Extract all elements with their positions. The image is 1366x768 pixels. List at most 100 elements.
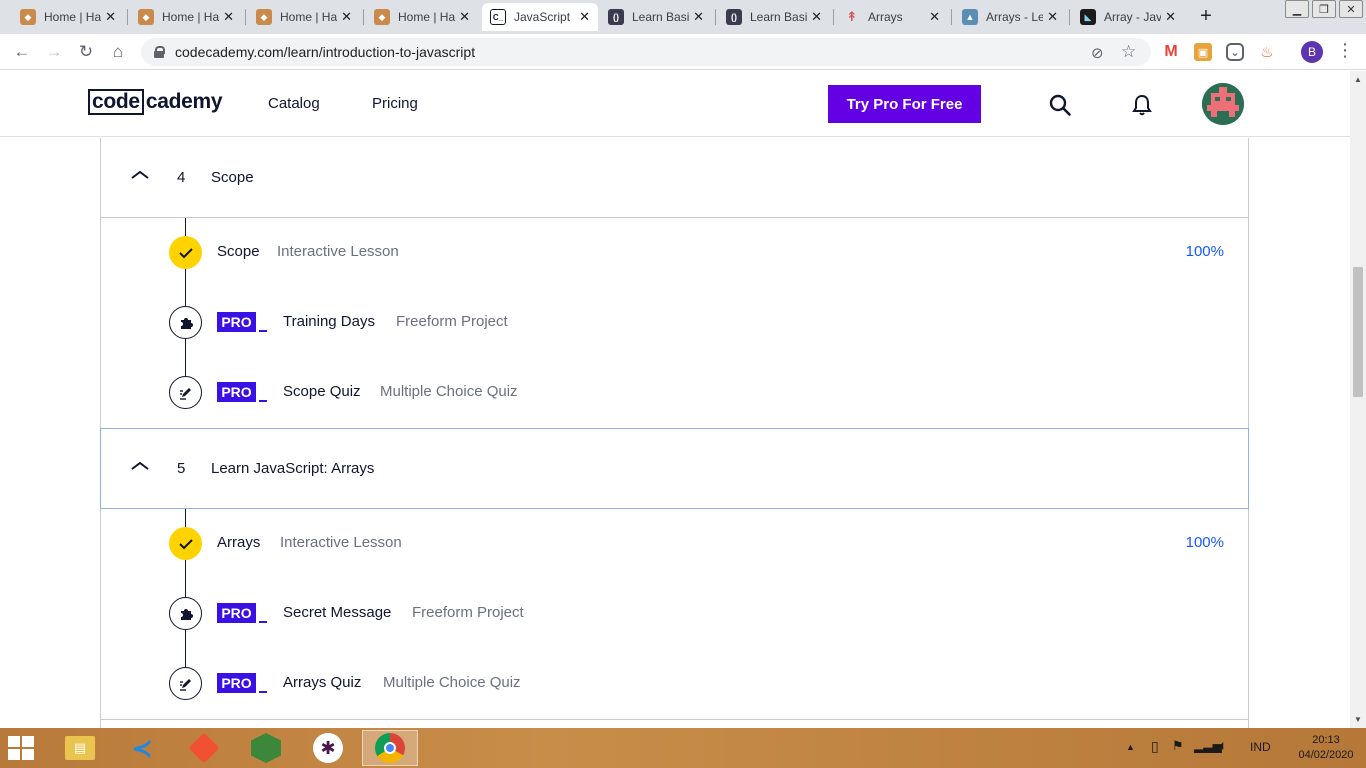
- file-explorer-icon: ▤: [65, 736, 95, 760]
- lesson-item[interactable]: PRO Arrays Quiz Multiple Choice Quiz: [101, 666, 1248, 702]
- lesson-name[interactable]: Scope: [217, 243, 260, 260]
- try-pro-button[interactable]: Try Pro For Free: [828, 85, 981, 123]
- hackerrank-icon: ◆: [374, 9, 390, 25]
- tray-expand-icon[interactable]: ▲: [1126, 742, 1135, 752]
- browser-tab[interactable]: ◆ Home | HackerRank ✕: [248, 3, 360, 31]
- tab-close-icon[interactable]: ✕: [223, 9, 234, 25]
- bookmark-star-icon[interactable]: ☆: [1121, 42, 1136, 62]
- lesson-type: Interactive Lesson: [277, 243, 399, 260]
- fire-extension-icon[interactable]: ♨: [1258, 43, 1276, 61]
- lesson-name[interactable]: Arrays: [217, 534, 260, 551]
- forward-button[interactable]: →: [42, 40, 66, 64]
- browser-tab[interactable]: ◆ Home | HackerRank ✕: [366, 3, 478, 31]
- taskbar-app[interactable]: ▤: [52, 730, 108, 766]
- reload-button[interactable]: ↻: [74, 40, 98, 64]
- module-header-arrays[interactable]: 5 Learn JavaScript: Arrays: [100, 428, 1249, 509]
- lesson-type: Freeform Project: [396, 313, 508, 330]
- lesson-name[interactable]: Secret Message: [283, 604, 391, 621]
- syllabus-content: 4 Scope Scope Interactive Lesson 100% PR…: [0, 138, 1350, 728]
- blocked-content-icon[interactable]: ⊘: [1091, 44, 1104, 62]
- close-window-button[interactable]: ✕: [1339, 0, 1363, 18]
- mdn-icon: ◣: [1080, 9, 1096, 25]
- pocket-icon[interactable]: ⌄: [1226, 43, 1244, 61]
- clock-date: 04/02/2020: [1298, 749, 1354, 761]
- system-clock[interactable]: 20:13 04/02/2020: [1296, 733, 1356, 763]
- battery-icon[interactable]: ▯: [1151, 738, 1159, 755]
- tab-close-icon[interactable]: ✕: [579, 9, 590, 25]
- tab-close-icon[interactable]: ✕: [929, 9, 940, 25]
- lesson-item[interactable]: PRO Secret Message Freeform Project: [101, 596, 1248, 632]
- chevron-up-icon[interactable]: [131, 166, 149, 184]
- minimize-button[interactable]: ▁: [1285, 0, 1309, 18]
- browser-tab-active[interactable]: C_ JavaScript ✕: [482, 3, 598, 31]
- codecademy-logo[interactable]: code cademy: [88, 89, 223, 115]
- pro-badge-underline: [259, 621, 267, 623]
- user-avatar-icon: [1202, 83, 1244, 125]
- lesson-item[interactable]: Arrays Interactive Lesson 100%: [101, 526, 1248, 562]
- tab-close-icon[interactable]: ✕: [693, 9, 704, 25]
- browser-tab[interactable]: ◣ Array - Jav ✕: [1072, 3, 1184, 31]
- pro-badge-underline: [259, 691, 267, 693]
- pro-badge: PRO: [217, 673, 256, 693]
- taskbar-app[interactable]: ≺: [114, 730, 170, 766]
- page-scrollbar[interactable]: ▲ ▼: [1350, 71, 1366, 728]
- freecodecamp-icon: (): [608, 9, 624, 25]
- home-button[interactable]: ⌂: [106, 40, 130, 64]
- browser-tab[interactable]: () Learn Basic ✕: [718, 3, 830, 31]
- module-header-next[interactable]: [100, 719, 1249, 728]
- browser-tab[interactable]: () Learn Basic ✕: [600, 3, 712, 31]
- puzzle-icon: [169, 306, 202, 339]
- hackerrank-icon: ◆: [20, 9, 36, 25]
- taskbar-app[interactable]: [238, 730, 294, 766]
- browser-tab[interactable]: ◆ Home | HackerRank ✕: [130, 3, 242, 31]
- lock-icon: [154, 46, 165, 58]
- extension-icon[interactable]: ▣: [1194, 43, 1212, 61]
- scroll-down-arrow-icon[interactable]: ▼: [1353, 714, 1363, 724]
- browser-menu-icon[interactable]: ⋮: [1336, 41, 1354, 59]
- lesson-item[interactable]: PRO Scope Quiz Multiple Choice Quiz: [101, 375, 1248, 411]
- address-bar[interactable]: codecademy.com/learn/introduction-to-jav…: [141, 38, 1151, 66]
- lesson-item[interactable]: Scope Interactive Lesson 100%: [101, 235, 1248, 271]
- browser-tab[interactable]: ◆ Home | HackerRank ✕: [12, 3, 124, 31]
- tab-close-icon[interactable]: ✕: [811, 9, 822, 25]
- nav-pricing[interactable]: Pricing: [372, 95, 418, 112]
- taskbar-app-active[interactable]: [362, 730, 418, 766]
- restore-button[interactable]: ❐: [1312, 0, 1336, 18]
- gmail-icon[interactable]: M: [1162, 43, 1180, 61]
- network-signal-icon[interactable]: ▂▃▅: [1194, 739, 1222, 753]
- browser-tab[interactable]: ↟ Arrays ✕: [836, 3, 948, 31]
- taskbar-app[interactable]: ✱: [300, 730, 356, 766]
- lesson-item[interactable]: PRO Training Days Freeform Project: [101, 305, 1248, 341]
- action-center-flag-icon[interactable]: ⚑: [1172, 738, 1184, 754]
- tab-close-icon[interactable]: ✕: [105, 9, 116, 25]
- browser-tab-strip: ◆ Home | HackerRank ✕ ◆ Home | HackerRan…: [0, 0, 1366, 34]
- lesson-name[interactable]: Training Days: [283, 313, 375, 330]
- module-lessons-panel: Arrays Interactive Lesson 100% PRO Secre…: [100, 509, 1249, 720]
- scroll-up-arrow-icon[interactable]: ▲: [1353, 74, 1363, 84]
- chevron-up-icon[interactable]: [131, 457, 149, 475]
- profile-avatar[interactable]: B: [1301, 41, 1323, 63]
- input-language[interactable]: IND: [1250, 740, 1271, 754]
- back-button[interactable]: ←: [10, 40, 34, 64]
- user-avatar[interactable]: [1202, 83, 1244, 125]
- taskbar-app[interactable]: [176, 730, 232, 766]
- check-icon: [169, 527, 202, 560]
- windows-start-icon[interactable]: [8, 736, 36, 760]
- new-tab-button[interactable]: +: [1194, 4, 1218, 28]
- tab-close-icon[interactable]: ✕: [1047, 9, 1058, 25]
- lesson-name[interactable]: Scope Quiz: [283, 383, 361, 400]
- tab-close-icon[interactable]: ✕: [341, 9, 352, 25]
- tab-close-icon[interactable]: ✕: [459, 9, 470, 25]
- browser-tab[interactable]: ▲ Arrays - Le ✕: [954, 3, 1066, 31]
- notification-bell-icon[interactable]: [1130, 93, 1154, 117]
- volume-icon[interactable]: 🔈︎: [1219, 737, 1227, 754]
- scrollbar-thumb[interactable]: [1353, 267, 1363, 397]
- search-icon[interactable]: [1048, 93, 1072, 117]
- lesson-name[interactable]: Arrays Quiz: [283, 674, 361, 691]
- module-lessons-panel: Scope Interactive Lesson 100% PRO Traini…: [100, 218, 1249, 429]
- pro-badge: PRO: [217, 382, 256, 402]
- nav-catalog[interactable]: Catalog: [268, 95, 320, 112]
- module-header-scope[interactable]: 4 Scope: [100, 138, 1249, 218]
- url-text: codecademy.com/learn/introduction-to-jav…: [175, 44, 476, 60]
- tab-close-icon[interactable]: ✕: [1165, 9, 1176, 25]
